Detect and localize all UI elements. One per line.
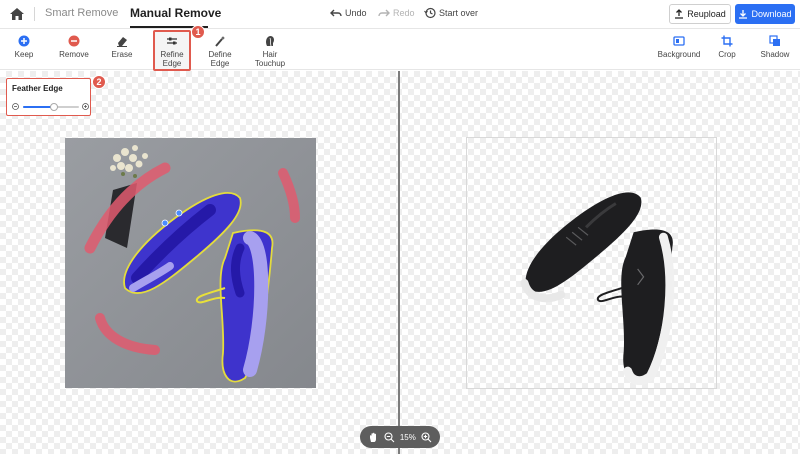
crop-label: Crop	[718, 50, 736, 59]
history-icon	[424, 7, 436, 19]
cutout-result-graphic	[520, 192, 675, 386]
crop-icon	[721, 35, 733, 47]
hand-icon[interactable]	[368, 432, 379, 443]
hair-touchup-label: Hair Touchup	[254, 50, 286, 68]
download-label: Download	[751, 9, 792, 19]
keep-tool[interactable]: Keep	[10, 29, 38, 70]
redo-icon	[378, 9, 390, 17]
remove-label: Remove	[59, 50, 89, 59]
result-preview[interactable]	[466, 137, 717, 389]
tab-smart-remove[interactable]: Smart Remove	[45, 7, 118, 19]
shadow-icon	[769, 35, 780, 46]
original-photo-graphic	[65, 138, 316, 388]
zoom-level: 15%	[399, 432, 416, 442]
plus-icon[interactable]	[82, 103, 89, 110]
crop-tool[interactable]: Crop	[714, 29, 740, 70]
define-edge-tool[interactable]: Define Edge	[203, 29, 237, 70]
minus-circle-icon	[68, 35, 80, 47]
top-bar: Smart Remove Manual Remove Undo Redo Sta…	[0, 0, 800, 29]
erase-label: Erase	[111, 50, 133, 59]
zoom-in-icon[interactable]	[421, 431, 432, 443]
start-over-label: Start over	[439, 8, 479, 18]
feather-edge-panel: Feather Edge	[6, 78, 91, 116]
tool-bar: Keep Remove Erase Refine Edge Define Edg…	[0, 29, 800, 71]
undo-button[interactable]: Undo	[330, 7, 367, 19]
background-tool[interactable]: Background	[658, 29, 700, 70]
feather-edge-label: Feather Edge	[12, 84, 63, 93]
upload-icon	[675, 9, 684, 19]
zoom-out-icon[interactable]	[384, 431, 395, 443]
shadow-tool[interactable]: Shadow	[758, 29, 792, 70]
sliders-icon	[167, 37, 177, 45]
refine-edge-label: Refine Edge	[160, 50, 184, 68]
magic-brush-icon	[215, 36, 225, 47]
start-over-button[interactable]: Start over	[424, 7, 478, 19]
background-icon	[673, 36, 685, 46]
feather-edge-slider[interactable]	[23, 103, 79, 111]
keep-label: Keep	[14, 50, 34, 59]
step-badge-2: 2	[92, 75, 106, 89]
erase-tool[interactable]: Erase	[108, 29, 136, 70]
background-label: Background	[657, 50, 701, 59]
remove-tool[interactable]: Remove	[57, 29, 91, 70]
download-button[interactable]: Download	[735, 4, 795, 24]
refine-edge-tool[interactable]: Refine Edge	[153, 30, 191, 71]
define-edge-label: Define Edge	[208, 50, 232, 68]
reupload-button[interactable]: Reupload	[669, 4, 731, 24]
minus-icon[interactable]	[12, 103, 19, 110]
slider-thumb[interactable]	[49, 103, 58, 111]
reupload-label: Reupload	[687, 9, 726, 19]
step-badge-1: 1	[191, 25, 205, 39]
redo-button[interactable]: Redo	[378, 7, 415, 19]
hair-touchup-tool[interactable]: Hair Touchup	[251, 29, 289, 70]
home-icon[interactable]	[9, 7, 25, 21]
shadow-label: Shadow	[760, 50, 790, 59]
tab-manual-remove[interactable]: Manual Remove	[130, 6, 221, 20]
undo-label: Undo	[345, 8, 367, 18]
top-separator	[34, 7, 35, 21]
redo-label: Redo	[393, 8, 415, 18]
original-image[interactable]	[65, 138, 316, 388]
download-icon	[739, 10, 748, 19]
undo-icon	[330, 9, 342, 17]
hair-icon	[266, 36, 274, 47]
compare-divider[interactable]	[398, 71, 400, 454]
eraser-icon	[117, 37, 127, 47]
zoom-control: 15%	[360, 426, 440, 448]
plus-circle-icon	[18, 35, 30, 47]
